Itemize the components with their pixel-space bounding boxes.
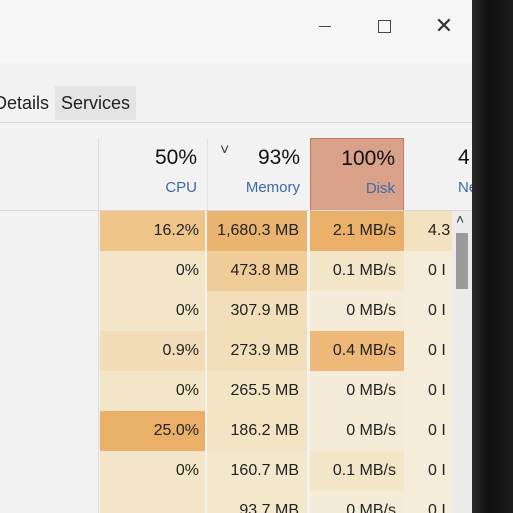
network-cell: 0 I: [404, 331, 452, 371]
disk-cell: 0.1 MB/s: [310, 251, 404, 291]
memory-cell: 186.2 MB: [207, 411, 307, 451]
memory-cell: 307.9 MB: [207, 291, 307, 331]
disk-cell: 0 MB/s: [310, 411, 404, 451]
cpu-label: CPU: [165, 179, 197, 196]
column-header-disk[interactable]: 100% Disk: [310, 138, 404, 212]
memory-cell: 93.7 MB: [207, 491, 307, 513]
cpu-cell: 0%: [100, 251, 205, 291]
network-label: Netwo: [458, 179, 472, 196]
disk-cell: 0 MB/s: [310, 371, 404, 411]
sort-chevron-icon: ˅: [220, 142, 230, 159]
disk-percent: 100%: [341, 147, 395, 170]
task-manager-window: ✕ Details Services 50% CPU ˅ 93% Memory …: [0, 0, 472, 513]
table-row[interactable]: 0% 307.9 MB 0 MB/s 0 I: [0, 291, 472, 331]
cpu-cell: 0.9%: [100, 331, 205, 371]
tab-details[interactable]: Details: [0, 86, 55, 120]
column-header-row: 50% CPU ˅ 93% Memory 100% Disk 4 Netwo: [0, 138, 472, 212]
memory-cell: 473.8 MB: [207, 251, 307, 291]
network-percent: 4: [458, 146, 470, 169]
disk-cell: 0.4 MB/s: [310, 331, 404, 371]
title-bar: ✕: [0, 0, 472, 62]
memory-cell: 1,680.3 MB: [207, 211, 307, 251]
disk-cell: 2.1 MB/s: [310, 211, 404, 251]
scroll-thumb[interactable]: [456, 233, 468, 289]
monitor-bezel: [472, 0, 513, 513]
network-cell: 0 I: [404, 491, 452, 513]
cpu-cell: 0%: [100, 451, 205, 491]
column-header-memory[interactable]: ˅ 93% Memory: [207, 138, 308, 210]
network-cell: 0 I: [404, 251, 452, 291]
column-header-network[interactable]: 4 Netwo: [404, 138, 472, 210]
vertical-scrollbar[interactable]: ˄: [452, 211, 472, 513]
maximize-icon: [377, 19, 391, 33]
table-row[interactable]: 93.7 MB 0 MB/s 0 I: [0, 491, 472, 513]
minimize-button[interactable]: [305, 10, 345, 50]
table-row[interactable]: 0.9% 273.9 MB 0.4 MB/s 0 I: [0, 331, 472, 371]
cpu-cell: 0%: [100, 291, 205, 331]
table-row[interactable]: 0% 160.7 MB 0.1 MB/s 0 I: [0, 451, 472, 491]
cpu-cell: 25.0%: [100, 411, 205, 451]
column-header-cpu[interactable]: 50% CPU: [100, 138, 205, 210]
tab-services[interactable]: Services: [55, 86, 137, 120]
scroll-up-icon[interactable]: ˄: [456, 211, 464, 227]
table-row[interactable]: 0% 265.5 MB 0 MB/s 0 I: [0, 371, 472, 411]
table-row[interactable]: 16.2%1,680.3 MB2.1 MB/s4.3 I: [0, 211, 472, 251]
table-row[interactable]: 0% 473.8 MB 0.1 MB/s 0 I: [0, 251, 472, 291]
memory-percent: 93%: [257, 146, 300, 169]
disk-cell: 0.1 MB/s: [310, 451, 404, 491]
cpu-cell: 16.2%: [100, 211, 205, 251]
memory-cell: 265.5 MB: [207, 371, 307, 411]
network-cell: 0 I: [404, 411, 452, 451]
tab-divider: [0, 122, 472, 123]
network-cell: 0 I: [404, 451, 452, 491]
disk-cell: 0 MB/s: [310, 291, 404, 331]
disk-cell: 0 MB/s: [310, 491, 404, 513]
memory-cell: 273.9 MB: [207, 331, 307, 371]
network-cell: 0 I: [404, 371, 452, 411]
table-row[interactable]: 25.0% 186.2 MB 0 MB/s 0 I: [0, 411, 472, 451]
maximize-button[interactable]: [364, 10, 404, 50]
close-button[interactable]: ✕: [424, 10, 464, 50]
disk-label: Disk: [365, 180, 395, 197]
network-cell: 4.3 I: [404, 211, 452, 251]
cpu-percent: 50%: [154, 146, 197, 169]
cpu-cell: 0%: [100, 371, 205, 411]
minimize-icon: [319, 25, 331, 27]
memory-cell: 160.7 MB: [207, 451, 307, 491]
cpu-cell: [100, 491, 205, 513]
network-cell: 0 I: [404, 291, 452, 331]
memory-label: Memory: [245, 179, 300, 196]
close-icon: ✕: [434, 13, 454, 38]
tab-bar: Details Services: [0, 86, 472, 120]
